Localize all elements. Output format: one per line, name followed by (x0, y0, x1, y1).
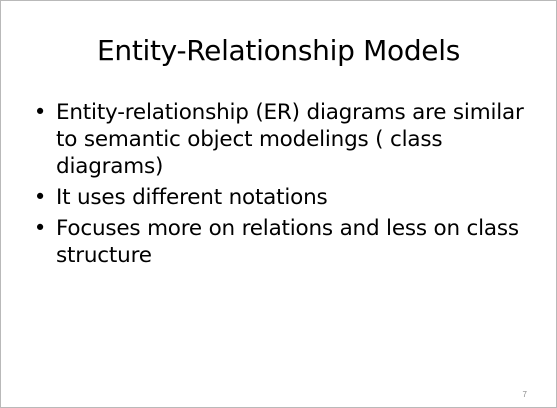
bullet-item: • It uses different notations (33, 184, 533, 211)
bullet-list: • Entity-relationship (ER) diagrams are … (33, 99, 533, 273)
slide: Entity-Relationship Models • Entity-rela… (0, 0, 557, 408)
bullet-item: • Entity-relationship (ER) diagrams are … (33, 99, 533, 180)
bullet-marker: • (33, 216, 47, 241)
bullet-marker: • (33, 185, 47, 210)
bullet-item: • Focuses more on relations and less on … (33, 215, 533, 269)
bullet-marker: • (33, 100, 47, 125)
bullet-text: Entity-relationship (ER) diagrams are si… (56, 100, 524, 179)
bullet-text: Focuses more on relations and less on cl… (56, 216, 519, 268)
slide-number: 7 (522, 390, 527, 399)
bullet-text: It uses different notations (56, 185, 328, 210)
slide-title: Entity-Relationship Models (97, 34, 460, 67)
